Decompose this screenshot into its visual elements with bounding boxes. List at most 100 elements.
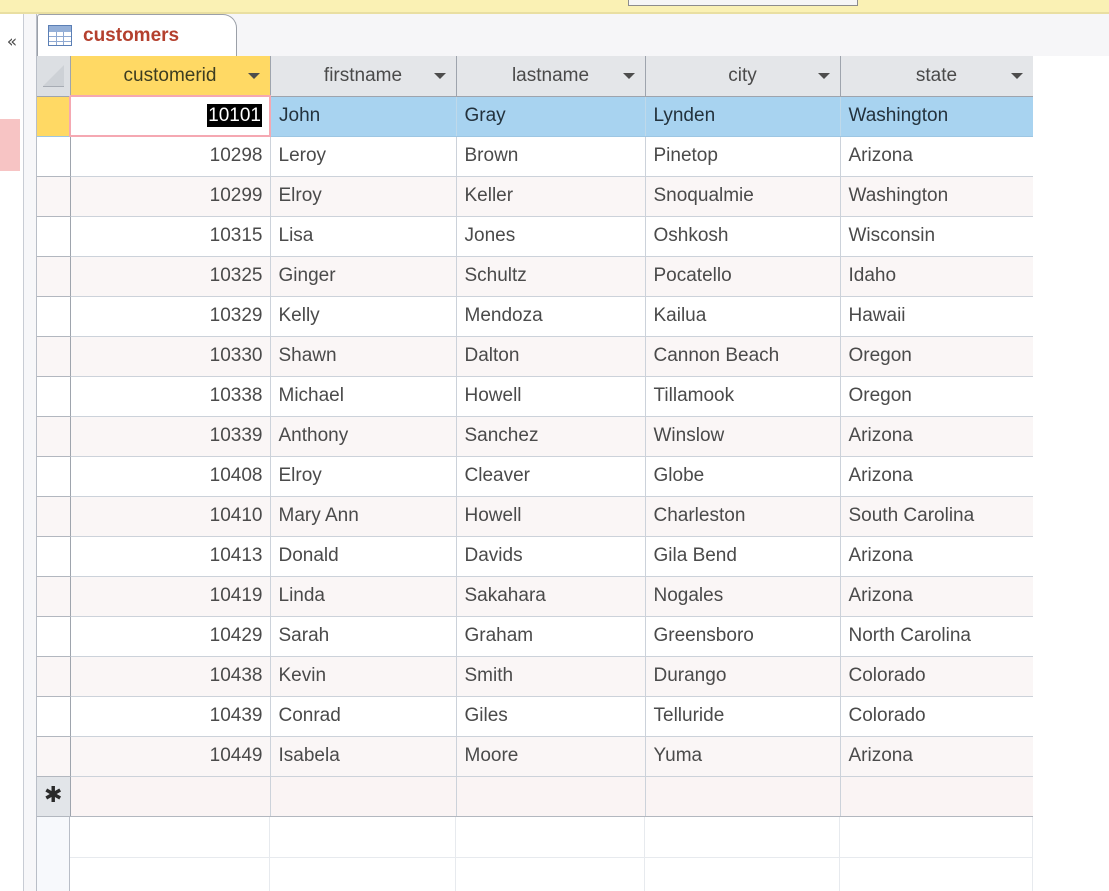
record-selector[interactable]: [37, 696, 71, 737]
cell-state[interactable]: Oregon: [840, 336, 1034, 377]
cell-lastname[interactable]: Keller: [456, 176, 646, 217]
cell-state[interactable]: Washington: [840, 176, 1034, 217]
table-row[interactable]: 10419 Linda Sakahara Nogales Arizona: [37, 576, 1034, 617]
record-selector[interactable]: [37, 536, 71, 577]
chevron-down-icon[interactable]: [622, 72, 635, 79]
new-record-row[interactable]: ✱: [37, 776, 1034, 817]
column-header-state[interactable]: state: [840, 56, 1034, 97]
table-row[interactable]: 10339 Anthony Sanchez Winslow Arizona: [37, 416, 1034, 457]
table-row[interactable]: 10429 Sarah Graham Greensboro North Carolina: [37, 616, 1034, 657]
cell-firstname[interactable]: Donald: [270, 536, 457, 577]
cell-firstname[interactable]: Anthony: [270, 416, 457, 457]
cell-firstname[interactable]: Conrad: [270, 696, 457, 737]
cell-city[interactable]: Pinetop: [645, 136, 841, 177]
chevron-double-left-icon[interactable]: «: [1, 34, 23, 51]
table-row[interactable]: 10101 John Gray Lynden Washington: [37, 95, 1034, 137]
cell-firstname[interactable]: Kevin: [270, 656, 457, 697]
tab-customers[interactable]: customers: [37, 14, 237, 56]
cell-customerid[interactable]: 10299: [70, 176, 271, 217]
cell-city[interactable]: Charleston: [645, 496, 841, 537]
cell-lastname[interactable]: Giles: [456, 696, 646, 737]
column-header-city[interactable]: city: [645, 56, 841, 97]
navigation-pane-selected-object[interactable]: [0, 119, 20, 171]
cell-state[interactable]: Arizona: [840, 136, 1034, 177]
cell-city[interactable]: Globe: [645, 456, 841, 497]
record-selector[interactable]: [37, 256, 71, 297]
cell-lastname[interactable]: Howell: [456, 496, 646, 537]
navigation-pane[interactable]: «: [0, 14, 24, 891]
table-row[interactable]: 10298 Leroy Brown Pinetop Arizona: [37, 136, 1034, 177]
cell-state[interactable]: Colorado: [840, 656, 1034, 697]
record-selector[interactable]: [37, 176, 71, 217]
cell-lastname[interactable]: Brown: [456, 136, 646, 177]
cell-lastname[interactable]: Mendoza: [456, 296, 646, 337]
cell-lastname[interactable]: Smith: [456, 656, 646, 697]
cell-city[interactable]: Telluride: [645, 696, 841, 737]
cell-city[interactable]: Greensboro: [645, 616, 841, 657]
record-selector[interactable]: [37, 296, 71, 337]
record-selector[interactable]: [37, 736, 71, 777]
cell-city[interactable]: Lynden: [645, 96, 841, 137]
cell-customerid[interactable]: 10438: [70, 656, 271, 697]
cell-customerid[interactable]: 10439: [70, 696, 271, 737]
cell-state[interactable]: Washington: [840, 96, 1034, 137]
table-row[interactable]: 10449 Isabela Moore Yuma Arizona: [37, 736, 1034, 777]
new-record-cell-customerid[interactable]: [70, 776, 271, 817]
record-selector[interactable]: [37, 656, 71, 697]
cell-state[interactable]: Colorado: [840, 696, 1034, 737]
cell-customerid[interactable]: 10429: [70, 616, 271, 657]
cell-lastname[interactable]: Gray: [456, 96, 646, 137]
cell-customerid[interactable]: 10449: [70, 736, 271, 777]
cell-city[interactable]: Tillamook: [645, 376, 841, 417]
cell-firstname[interactable]: Sarah: [270, 616, 457, 657]
table-row[interactable]: 10410 Mary Ann Howell Charleston South Carol…: [37, 496, 1034, 537]
record-selector[interactable]: [37, 496, 71, 537]
chevron-down-icon[interactable]: [817, 72, 830, 79]
cell-state[interactable]: South Carolina: [840, 496, 1034, 537]
cell-state[interactable]: North Carolina: [840, 616, 1034, 657]
cell-city[interactable]: Cannon Beach: [645, 336, 841, 377]
cell-customerid[interactable]: 10410: [70, 496, 271, 537]
record-selector[interactable]: [37, 416, 71, 457]
cell-lastname[interactable]: Sakahara: [456, 576, 646, 617]
table-row[interactable]: 10315 Lisa Jones Oshkosh Wisconsin: [37, 216, 1034, 257]
record-selector[interactable]: [37, 456, 71, 497]
cell-city[interactable]: Kailua: [645, 296, 841, 337]
column-header-lastname[interactable]: lastname: [456, 56, 646, 97]
cell-city[interactable]: Pocatello: [645, 256, 841, 297]
cell-city[interactable]: Yuma: [645, 736, 841, 777]
record-selector[interactable]: [37, 616, 71, 657]
cell-customerid[interactable]: 10413: [70, 536, 271, 577]
record-selector[interactable]: [37, 576, 71, 617]
record-selector[interactable]: [37, 336, 71, 377]
cell-lastname[interactable]: Howell: [456, 376, 646, 417]
record-selector[interactable]: [37, 216, 71, 257]
new-record-cell-firstname[interactable]: [270, 776, 457, 817]
table-row[interactable]: 10329 Kelly Mendoza Kailua Hawaii: [37, 296, 1034, 337]
record-selector[interactable]: [37, 376, 71, 417]
ribbon-control-remnant[interactable]: [628, 0, 858, 6]
table-row[interactable]: 10325 Ginger Schultz Pocatello Idaho: [37, 256, 1034, 297]
cell-firstname[interactable]: Shawn: [270, 336, 457, 377]
cell-lastname[interactable]: Jones: [456, 216, 646, 257]
cell-firstname[interactable]: Linda: [270, 576, 457, 617]
select-all-button[interactable]: [37, 56, 71, 97]
cell-city[interactable]: Nogales: [645, 576, 841, 617]
cell-customerid[interactable]: 10325: [70, 256, 271, 297]
cell-city[interactable]: Oshkosh: [645, 216, 841, 257]
cell-customerid[interactable]: 10330: [70, 336, 271, 377]
cell-customerid[interactable]: 10101: [69, 95, 271, 137]
new-record-asterisk-icon[interactable]: ✱: [37, 776, 71, 817]
cell-firstname[interactable]: John: [270, 96, 457, 137]
cell-state[interactable]: Oregon: [840, 376, 1034, 417]
chevron-down-icon[interactable]: [1010, 72, 1023, 79]
cell-firstname[interactable]: Elroy: [270, 176, 457, 217]
cell-firstname[interactable]: Isabela: [270, 736, 457, 777]
cell-state[interactable]: Arizona: [840, 576, 1034, 617]
table-row[interactable]: 10299 Elroy Keller Snoqualmie Washington: [37, 176, 1034, 217]
cell-state[interactable]: Arizona: [840, 416, 1034, 457]
cell-lastname[interactable]: Moore: [456, 736, 646, 777]
table-row[interactable]: 10439 Conrad Giles Telluride Colorado: [37, 696, 1034, 737]
column-header-firstname[interactable]: firstname: [270, 56, 457, 97]
column-header-customerid[interactable]: customerid: [70, 56, 271, 97]
